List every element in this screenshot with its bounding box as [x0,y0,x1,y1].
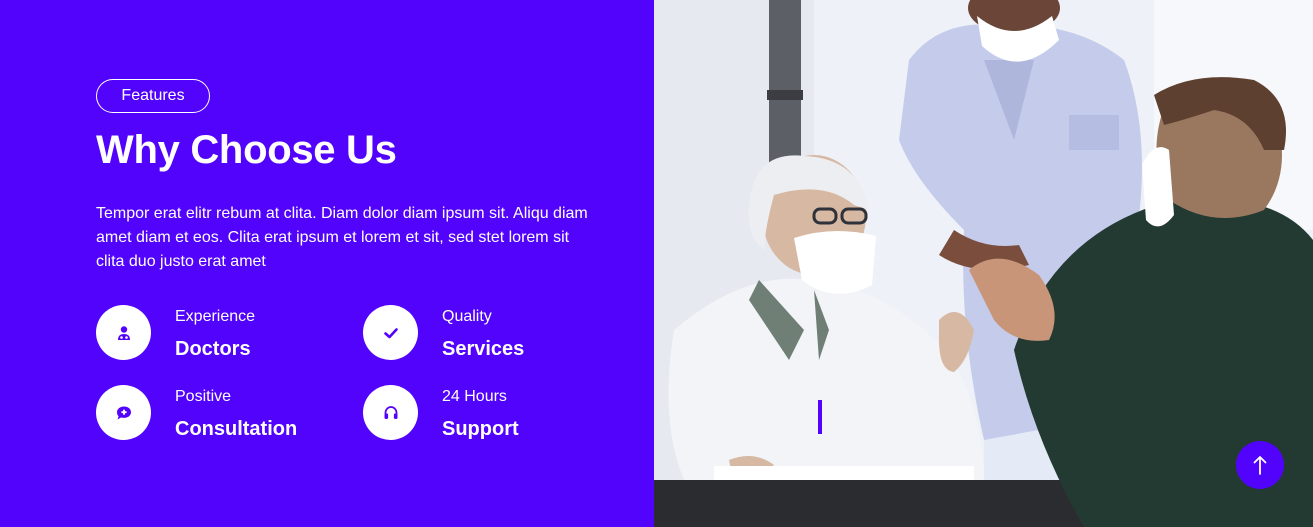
feature-label: Quality [442,308,492,325]
features-panel: Features Why Choose Us Tempor erat elitr… [0,0,654,527]
headphones-icon [363,385,418,440]
comment-medical-icon [96,385,151,440]
feature-support: 24 Hours Support [363,385,603,441]
feature-services: Quality Services [363,305,603,361]
feature-consultation: Positive Consultation [96,385,336,441]
feature-label: 24 Hours [442,388,507,405]
feature-label: Experience [175,308,256,325]
feature-title: Consultation [175,418,298,440]
feature-title: Doctors [175,338,251,360]
doctors-consultation-photo [654,0,1313,527]
section-description: Tempor erat elitr rebum at clita. Diam d… [96,205,588,270]
arrow-up-icon [1253,456,1267,475]
section-badge: Features [96,79,210,113]
feature-title: Support [442,418,519,440]
section-title: Why Choose Us [96,128,397,172]
check-icon [363,305,418,360]
feature-title: Services [442,338,525,360]
feature-label: Positive [175,388,232,405]
feature-doctors: Experience Doctors [96,305,336,361]
doctor-icon [96,305,151,360]
back-to-top-button[interactable] [1236,441,1284,489]
